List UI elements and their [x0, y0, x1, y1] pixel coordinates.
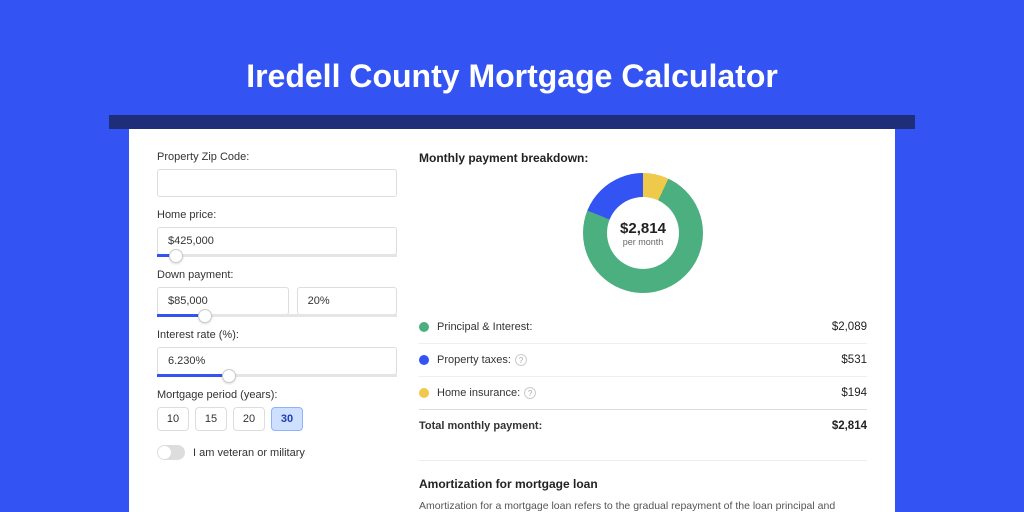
legend-insurance: Home insurance: ? $194 [419, 376, 867, 409]
amortization-body: Amortization for a mortgage loan refers … [419, 499, 867, 512]
legend: Principal & Interest: $2,089 Property ta… [419, 311, 867, 442]
dot-icon [419, 388, 429, 398]
down-payment-label: Down payment: [157, 269, 397, 281]
home-price-input[interactable] [157, 227, 397, 255]
page-title: Iredell County Mortgage Calculator [0, 0, 1024, 95]
home-price-field: Home price: [157, 209, 397, 257]
period-30[interactable]: 30 [271, 407, 303, 431]
donut-sub: per month [623, 237, 664, 247]
period-label: Mortgage period (years): [157, 389, 397, 401]
period-field: Mortgage period (years): 10 15 20 30 [157, 389, 397, 431]
amortization-heading: Amortization for mortgage loan [419, 477, 867, 491]
breakdown-heading: Monthly payment breakdown: [419, 151, 867, 165]
down-payment-amount-input[interactable] [157, 287, 289, 315]
donut-amount: $2,814 [620, 220, 666, 237]
legend-label: Principal & Interest: [437, 321, 532, 333]
dot-icon [419, 355, 429, 365]
legend-label: Property taxes: [437, 354, 511, 366]
legend-taxes: Property taxes: ? $531 [419, 343, 867, 376]
legend-total: Total monthly payment: $2,814 [419, 409, 867, 442]
period-15[interactable]: 15 [195, 407, 227, 431]
down-payment-slider[interactable] [157, 314, 397, 317]
total-label: Total monthly payment: [419, 420, 542, 432]
donut-center: $2,814 per month [607, 197, 679, 269]
legend-value: $531 [841, 354, 867, 366]
amortization-section: Amortization for mortgage loan Amortizat… [419, 460, 867, 512]
slider-thumb[interactable] [169, 249, 183, 263]
zip-input[interactable] [157, 169, 397, 197]
home-price-slider[interactable] [157, 254, 397, 257]
slider-thumb[interactable] [198, 309, 212, 323]
zip-label: Property Zip Code: [157, 151, 397, 163]
period-options: 10 15 20 30 [157, 407, 397, 431]
period-20[interactable]: 20 [233, 407, 265, 431]
home-price-label: Home price: [157, 209, 397, 221]
down-payment-pct-input[interactable] [297, 287, 397, 315]
legend-label: Home insurance: [437, 387, 520, 399]
veteran-toggle[interactable] [157, 445, 185, 460]
zip-field: Property Zip Code: [157, 151, 397, 197]
interest-rate-slider[interactable] [157, 374, 397, 377]
help-icon[interactable]: ? [515, 354, 527, 366]
donut-chart: $2,814 per month [419, 173, 867, 293]
dot-icon [419, 322, 429, 332]
interest-rate-input[interactable] [157, 347, 397, 375]
slider-thumb[interactable] [222, 369, 236, 383]
veteran-row: I am veteran or military [157, 445, 397, 460]
legend-value: $194 [841, 387, 867, 399]
legend-value: $2,089 [832, 321, 867, 333]
legend-principal: Principal & Interest: $2,089 [419, 311, 867, 343]
veteran-label: I am veteran or military [193, 447, 305, 459]
calculator-card: Property Zip Code: Home price: Down paym… [129, 129, 895, 512]
breakdown-column: Monthly payment breakdown: $2,814 per mo… [419, 151, 867, 512]
down-payment-field: Down payment: [157, 269, 397, 317]
interest-rate-label: Interest rate (%): [157, 329, 397, 341]
period-10[interactable]: 10 [157, 407, 189, 431]
help-icon[interactable]: ? [524, 387, 536, 399]
inputs-column: Property Zip Code: Home price: Down paym… [157, 151, 397, 512]
total-value: $2,814 [832, 420, 867, 432]
interest-rate-field: Interest rate (%): [157, 329, 397, 377]
header-band [109, 115, 915, 129]
